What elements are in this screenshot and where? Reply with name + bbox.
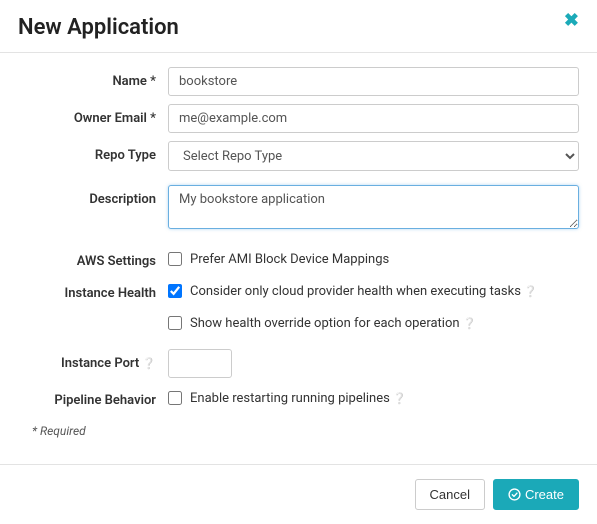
required-note: * Required bbox=[18, 418, 579, 438]
consider-cloud-label: Consider only cloud provider health when… bbox=[190, 284, 538, 299]
help-icon[interactable]: ❔ bbox=[524, 285, 538, 298]
help-icon[interactable]: ❔ bbox=[142, 357, 156, 370]
help-icon[interactable]: ❔ bbox=[463, 317, 477, 330]
owner-email-label: Owner Email * bbox=[18, 104, 168, 126]
description-label: Description bbox=[18, 185, 168, 207]
create-button[interactable]: Create bbox=[493, 479, 579, 510]
prefer-ami-label: Prefer AMI Block Device Mappings bbox=[190, 252, 389, 267]
close-icon[interactable]: ✖ bbox=[564, 12, 579, 30]
enable-restart-checkbox[interactable] bbox=[168, 391, 182, 405]
description-textarea[interactable]: My bookstore application bbox=[168, 185, 579, 229]
check-circle-icon bbox=[508, 488, 521, 501]
instance-port-label: Instance Port❔ bbox=[18, 349, 168, 371]
pipeline-behavior-label: Pipeline Behavior bbox=[18, 386, 168, 408]
repo-type-label: Repo Type bbox=[18, 141, 168, 163]
instance-health-label: Instance Health bbox=[18, 279, 168, 301]
instance-port-input[interactable] bbox=[168, 349, 232, 378]
consider-cloud-checkbox[interactable] bbox=[168, 284, 182, 298]
cancel-button[interactable]: Cancel bbox=[415, 479, 485, 510]
name-label: Name * bbox=[18, 67, 168, 89]
owner-email-input[interactable] bbox=[168, 104, 579, 133]
modal-title: New Application bbox=[18, 15, 179, 40]
show-override-checkbox[interactable] bbox=[168, 316, 182, 330]
enable-restart-label: Enable restarting running pipelines❔ bbox=[190, 391, 407, 406]
prefer-ami-checkbox[interactable] bbox=[168, 252, 182, 266]
name-input[interactable] bbox=[168, 67, 579, 96]
show-override-label: Show health override option for each ope… bbox=[190, 316, 476, 331]
aws-settings-label: AWS Settings bbox=[18, 247, 168, 269]
repo-type-select[interactable]: Select Repo Type bbox=[168, 141, 579, 171]
help-icon[interactable]: ❔ bbox=[393, 392, 407, 405]
